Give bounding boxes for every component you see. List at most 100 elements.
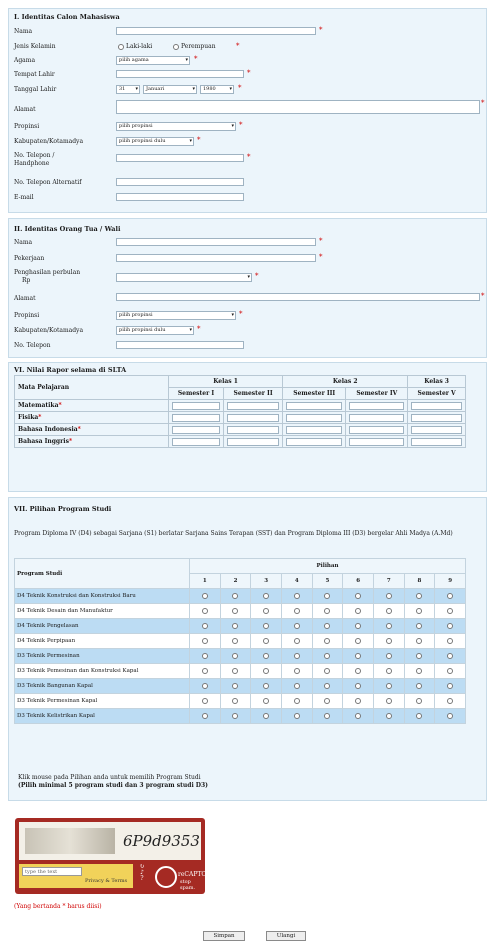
pilihan-radio[interactable] <box>263 712 270 719</box>
pilihan-radio[interactable] <box>324 652 331 659</box>
pilihan-radio[interactable] <box>232 637 239 644</box>
nilai-input[interactable] <box>171 437 221 446</box>
pilihan-radio[interactable] <box>416 652 423 659</box>
pilihan-radio[interactable] <box>263 592 270 599</box>
pilihan-radio[interactable] <box>263 607 270 614</box>
pilihan-radio[interactable] <box>416 667 423 674</box>
reset-button[interactable]: Ulangi <box>266 931 306 941</box>
pilihan-radio[interactable] <box>201 652 208 659</box>
ortu-propinsi-select[interactable]: pilih propinsi ▾ <box>116 311 236 320</box>
pilihan-radio[interactable] <box>201 607 208 614</box>
nilai-input[interactable] <box>226 425 280 434</box>
pilihan-radio[interactable] <box>416 697 423 704</box>
pilihan-radio[interactable] <box>447 667 454 674</box>
pilihan-radio[interactable] <box>201 592 208 599</box>
pilihan-radio[interactable] <box>447 592 454 599</box>
tanggal-select[interactable]: 31 ▾ <box>116 85 140 94</box>
pilihan-radio[interactable] <box>293 682 300 689</box>
nilai-input[interactable] <box>349 401 405 410</box>
nilai-input[interactable] <box>411 437 463 446</box>
pilihan-radio[interactable] <box>232 712 239 719</box>
laki-radio[interactable] <box>118 44 124 50</box>
pilihan-radio[interactable] <box>232 697 239 704</box>
telepon-input[interactable] <box>116 154 244 162</box>
nilai-input[interactable] <box>349 437 405 446</box>
pilihan-radio[interactable] <box>385 607 392 614</box>
pilihan-radio[interactable] <box>293 712 300 719</box>
pilihan-radio[interactable] <box>293 667 300 674</box>
pilihan-radio[interactable] <box>355 712 362 719</box>
submit-button[interactable]: Simpan <box>203 931 245 941</box>
email-input[interactable] <box>116 193 244 201</box>
pilihan-radio[interactable] <box>355 622 362 629</box>
nilai-input[interactable] <box>171 401 221 410</box>
tahun-select[interactable]: 1980 ▾ <box>200 85 234 94</box>
nilai-input[interactable] <box>286 401 343 410</box>
pilihan-radio[interactable] <box>201 637 208 644</box>
pilihan-radio[interactable] <box>416 607 423 614</box>
pilihan-radio[interactable] <box>355 592 362 599</box>
pilihan-radio[interactable] <box>232 652 239 659</box>
pilihan-radio[interactable] <box>201 697 208 704</box>
pilihan-radio[interactable] <box>355 637 362 644</box>
pilihan-radio[interactable] <box>293 652 300 659</box>
pilihan-radio[interactable] <box>232 682 239 689</box>
pilihan-radio[interactable] <box>447 697 454 704</box>
pilihan-radio[interactable] <box>201 622 208 629</box>
privacy-link[interactable]: Privacy & Terms <box>85 878 127 884</box>
perempuan-radio[interactable] <box>173 44 179 50</box>
pilihan-radio[interactable] <box>263 667 270 674</box>
pilihan-radio[interactable] <box>324 637 331 644</box>
nama-input[interactable] <box>116 27 316 35</box>
agama-select[interactable]: pilih agama ▾ <box>116 56 190 65</box>
pekerjaan-input[interactable] <box>116 254 316 262</box>
ortu-nama-input[interactable] <box>116 238 316 246</box>
nilai-input[interactable] <box>226 437 280 446</box>
pilihan-radio[interactable] <box>324 622 331 629</box>
pilihan-radio[interactable] <box>416 622 423 629</box>
nilai-input[interactable] <box>226 413 280 422</box>
pilihan-radio[interactable] <box>293 622 300 629</box>
nilai-input[interactable] <box>171 413 221 422</box>
pilihan-radio[interactable] <box>447 607 454 614</box>
pilihan-radio[interactable] <box>232 592 239 599</box>
pilihan-radio[interactable] <box>385 697 392 704</box>
nilai-input[interactable] <box>411 413 463 422</box>
pilihan-radio[interactable] <box>324 712 331 719</box>
pilihan-radio[interactable] <box>324 682 331 689</box>
pilihan-radio[interactable] <box>201 712 208 719</box>
pilihan-radio[interactable] <box>385 637 392 644</box>
nilai-input[interactable] <box>226 401 280 410</box>
nilai-input[interactable] <box>286 413 343 422</box>
pilihan-radio[interactable] <box>355 682 362 689</box>
pilihan-radio[interactable] <box>232 622 239 629</box>
pilihan-radio[interactable] <box>263 622 270 629</box>
pilihan-radio[interactable] <box>293 637 300 644</box>
pilihan-radio[interactable] <box>447 712 454 719</box>
pilihan-radio[interactable] <box>416 592 423 599</box>
pilihan-radio[interactable] <box>263 652 270 659</box>
pilihan-radio[interactable] <box>263 682 270 689</box>
pilihan-radio[interactable] <box>324 607 331 614</box>
pilihan-radio[interactable] <box>385 682 392 689</box>
pilihan-radio[interactable] <box>293 697 300 704</box>
nilai-input[interactable] <box>286 437 343 446</box>
nilai-input[interactable] <box>411 401 463 410</box>
penghasilan-select[interactable]: ▾ <box>116 273 252 282</box>
nilai-input[interactable] <box>349 425 405 434</box>
pilihan-radio[interactable] <box>293 607 300 614</box>
help-icon[interactable]: ? <box>137 876 147 882</box>
pilihan-radio[interactable] <box>385 667 392 674</box>
pilihan-radio[interactable] <box>385 712 392 719</box>
nilai-input[interactable] <box>411 425 463 434</box>
pilihan-radio[interactable] <box>324 697 331 704</box>
pilihan-radio[interactable] <box>447 637 454 644</box>
pilihan-radio[interactable] <box>447 652 454 659</box>
pilihan-radio[interactable] <box>355 667 362 674</box>
pilihan-radio[interactable] <box>355 607 362 614</box>
pilihan-radio[interactable] <box>324 592 331 599</box>
pilihan-radio[interactable] <box>355 697 362 704</box>
pilihan-radio[interactable] <box>263 697 270 704</box>
ortu-kabupaten-select[interactable]: pilih propinsi dulu ▾ <box>116 326 194 335</box>
ortu-telepon-input[interactable] <box>116 341 244 349</box>
